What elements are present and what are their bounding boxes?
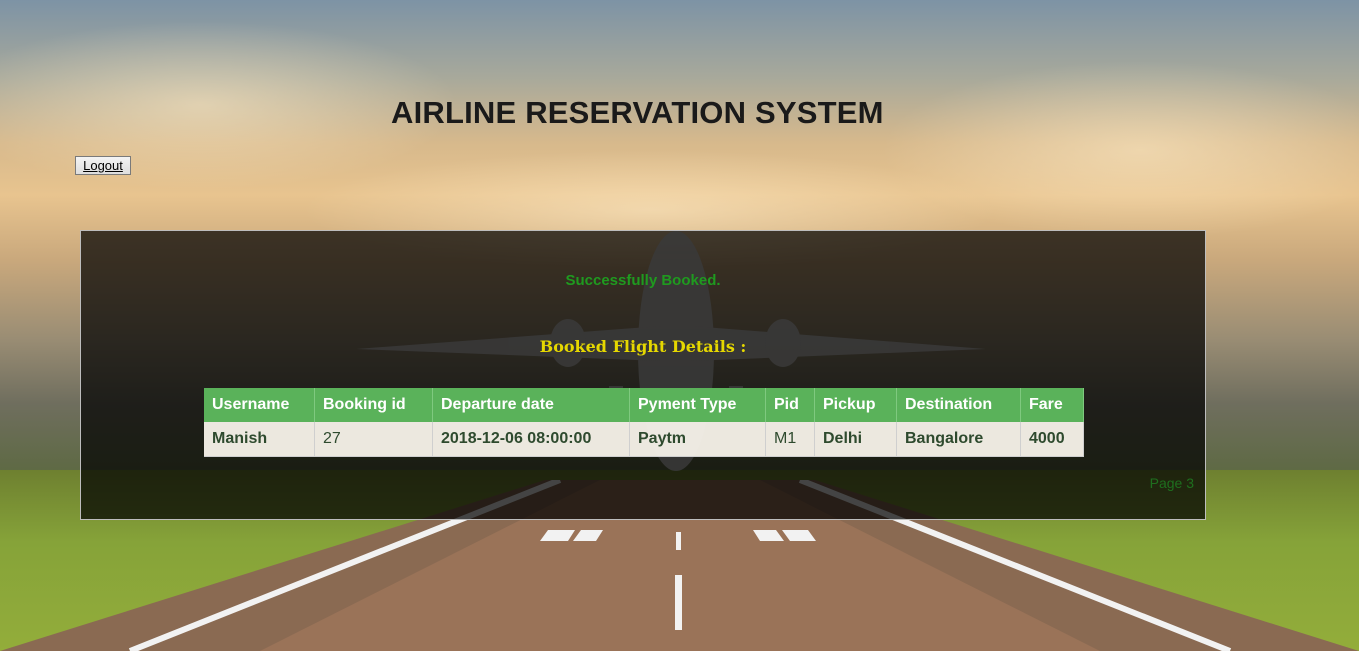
booked-details-heading: Booked Flight Details : [539,337,747,356]
table-row: Manish 27 2018-12-06 08:00:00 Paytm M1 D… [204,422,1084,457]
column-header-pickup: Pickup [814,388,897,422]
cell-payment-type: Paytm [629,422,766,457]
cell-fare: 4000 [1020,422,1084,457]
cell-pickup: Delhi [814,422,897,457]
column-header-fare: Fare [1020,388,1084,422]
page-title: AIRLINE RESERVATION SYSTEM [391,95,884,130]
table-header-row: Username Booking id Departure date Pymen… [204,388,1084,422]
cell-booking-id: 27 [314,422,433,457]
cell-pid: M1 [765,422,815,457]
column-header-destination: Destination [896,388,1021,422]
column-header-username: Username [204,388,315,422]
cell-destination: Bangalore [896,422,1021,457]
column-header-pid: Pid [765,388,815,422]
column-header-payment-type: Pyment Type [629,388,766,422]
cell-departure-date: 2018-12-06 08:00:00 [432,422,630,457]
booking-table: Username Booking id Departure date Pymen… [204,388,1084,457]
column-header-booking-id: Booking id [314,388,433,422]
page-indicator: Page 3 [1149,475,1194,491]
booking-panel: Successfully Booked. Booked Flight Detai… [80,230,1206,520]
cell-username: Manish [204,422,315,457]
success-message: Successfully Booked. [565,272,721,289]
column-header-departure-date: Departure date [432,388,630,422]
logout-button[interactable]: Logout [75,156,131,175]
